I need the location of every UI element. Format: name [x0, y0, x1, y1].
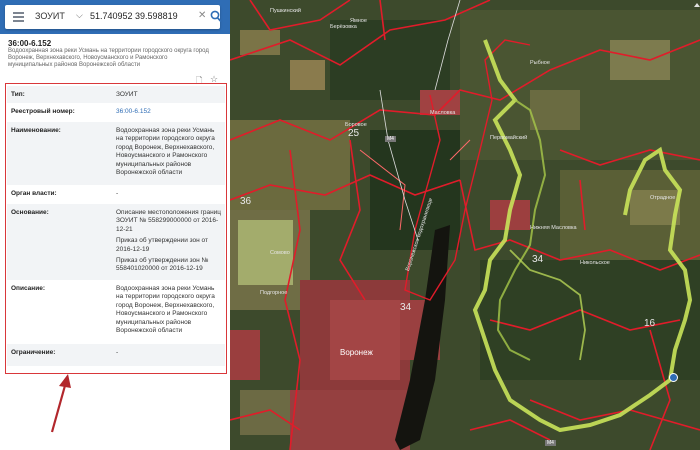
- search-bar: ЗОУИТ ⌵ 51.740952 39.598819 ✕: [0, 0, 230, 34]
- place-label: Берёзовка: [330, 24, 357, 30]
- place-label: Пушкинский: [270, 8, 301, 14]
- search-box[interactable]: ЗОУИТ ⌵ 51.740952 39.598819 ✕: [5, 5, 222, 29]
- place-label: Первомайский: [490, 135, 528, 141]
- place-label: Отрадное: [650, 195, 676, 201]
- map-view[interactable]: 36 25 34 34 16 Воронеж М4 М4 Берёзовка П…: [230, 0, 700, 450]
- place-label: Сомово: [270, 250, 290, 256]
- close-icon[interactable]: ✕: [198, 10, 206, 21]
- search-input[interactable]: 51.740952 39.598819: [90, 11, 178, 21]
- object-subtitle: Водоохранная зона реки Усмань на террито…: [8, 48, 209, 68]
- attr-value: Приказ об утверждении зон от 2016-12-19: [116, 237, 208, 253]
- road-label: М4: [545, 440, 556, 446]
- place-label: Подгорное: [260, 290, 288, 296]
- location-marker-icon[interactable]: [669, 373, 678, 382]
- info-panel: ЗОУИТ ⌵ 51.740952 39.598819 ✕ 36:00-6.15…: [0, 0, 230, 450]
- table-row: Ограничение: -: [7, 344, 225, 366]
- attr-value: Водоохранная зона реки Усмань на террито…: [116, 285, 215, 335]
- attr-label: Ограничение:: [11, 349, 56, 356]
- table-row: Наименование: Водоохранная зона реки Усм…: [7, 122, 225, 185]
- attr-label: Орган власти:: [11, 190, 57, 197]
- place-label: Никольское: [580, 260, 610, 266]
- table-row: Реестровый номер: 36:00-6.152: [7, 103, 225, 122]
- attr-value: Описание местоположения границ ЗОУИТ № 5…: [116, 209, 222, 233]
- table-row: Описание: Водоохранная зона реки Усмань …: [7, 280, 225, 344]
- zone-number: 16: [644, 318, 656, 329]
- city-label: Воронеж: [340, 348, 373, 357]
- place-label: Масловка: [430, 110, 456, 116]
- search-icon[interactable]: [210, 10, 222, 23]
- object-number: 36:00-6.152: [8, 39, 52, 48]
- place-label: Боровое: [345, 122, 367, 128]
- place-label: Ямное: [350, 18, 367, 24]
- annotation-arrow: [50, 374, 71, 433]
- map-canvas[interactable]: [230, 0, 700, 450]
- chevron-down-icon[interactable]: ⌵: [76, 10, 83, 21]
- road-label: М4: [385, 136, 396, 142]
- table-row: Орган власти: -: [7, 185, 225, 204]
- place-label: Рыбное: [530, 60, 550, 66]
- attr-value: Приказ об утверждении зон № 558401020000…: [116, 257, 209, 273]
- zone-number: 25: [348, 128, 360, 139]
- zone-number: 34: [400, 302, 412, 313]
- attr-value: -: [116, 190, 119, 197]
- attr-value: -: [116, 349, 119, 356]
- table-row: Тип: ЗОУИТ: [7, 86, 225, 103]
- attr-label: Реестровый номер:: [11, 108, 75, 115]
- attr-label: Тип:: [11, 91, 25, 98]
- attr-label: Описание:: [11, 285, 45, 292]
- registry-number-link[interactable]: 36:00-6.152: [116, 108, 151, 115]
- layer-select[interactable]: ЗОУИТ: [35, 11, 65, 21]
- zone-number: 34: [532, 254, 544, 265]
- menu-icon[interactable]: [13, 12, 24, 22]
- attr-value: ЗОУИТ: [116, 91, 138, 98]
- zone-number: 36: [240, 196, 252, 207]
- collapse-panel-icon[interactable]: [694, 3, 700, 7]
- attr-value: Водоохранная зона реки Усмань на террито…: [116, 127, 215, 177]
- attr-label: Основание:: [11, 209, 49, 216]
- attr-label: Наименование:: [11, 127, 61, 134]
- table-row: Основание: Описание местоположения грани…: [7, 204, 225, 280]
- place-label: Нижняя Масловка: [530, 225, 577, 231]
